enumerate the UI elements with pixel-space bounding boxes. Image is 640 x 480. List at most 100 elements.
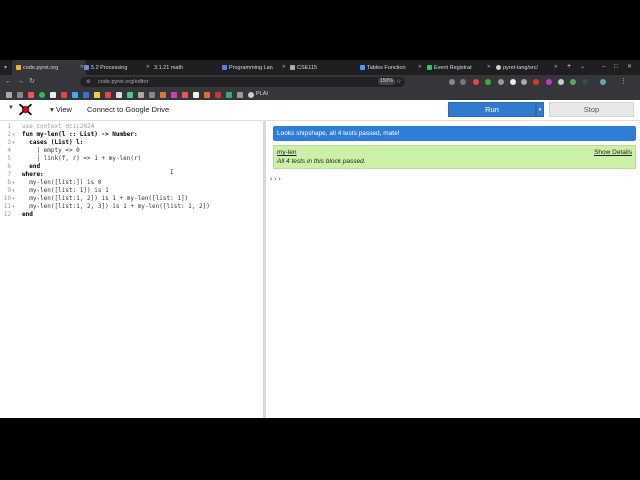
maximize-icon[interactable]: □ <box>614 63 618 71</box>
code-line: 6 end <box>7 163 41 170</box>
tab-programming[interactable]: Programming Lan ✕ <box>222 60 288 75</box>
new-tab-icon[interactable]: + <box>567 63 571 71</box>
tab-pyret-lang[interactable]: pyret-lang/src/ ✕ <box>496 60 560 75</box>
bookmark-icon[interactable] <box>94 92 100 98</box>
close-tab-icon[interactable]: ✕ <box>146 64 150 70</box>
code-line: 9 ▾ my-len([list: 1]) is 1 <box>7 187 109 195</box>
bookmark-icon[interactable] <box>160 92 166 98</box>
bookmark-icon[interactable] <box>127 92 133 98</box>
whatsapp-icon[interactable] <box>39 92 45 98</box>
doc-favicon-icon <box>360 65 365 70</box>
page-favicon-icon <box>290 65 295 70</box>
check-block-message: All 4 tests in this block passed. <box>277 158 366 165</box>
bookmark-icon[interactable] <box>171 92 177 98</box>
pyret-toolbar: ▼ ▾ View Connect to Google Drive Run ▾ S… <box>0 100 640 121</box>
stop-button[interactable]: Stop <box>549 102 634 117</box>
pyret-favicon-icon <box>16 65 21 70</box>
fold-icon[interactable]: ▾ <box>12 131 15 139</box>
bookmark-icon[interactable] <box>17 92 23 98</box>
fold-icon[interactable]: ▾ <box>12 179 15 187</box>
top-letterbox <box>0 0 640 60</box>
fold-icon[interactable]: ▾ <box>12 139 15 147</box>
doc-favicon-icon <box>84 65 89 70</box>
code-line: 8 ▾ my-len([list:]) is 0 <box>7 179 102 187</box>
run-button[interactable]: Run <box>448 102 536 117</box>
show-details-link[interactable]: Show Details <box>594 149 632 156</box>
bookmark-icon[interactable] <box>215 92 221 98</box>
tab-pyret[interactable]: code.pyret.org ✕ <box>12 60 86 75</box>
puzzle-icon[interactable] <box>521 79 527 85</box>
close-window-icon[interactable]: ✕ <box>627 63 632 71</box>
back-icon[interactable]: ← <box>5 78 12 86</box>
bookmark-icon[interactable] <box>182 92 188 98</box>
close-tab-icon[interactable]: ✕ <box>282 64 286 70</box>
extension-icon[interactable] <box>498 79 504 85</box>
fold-icon[interactable]: ▾ <box>12 195 15 203</box>
bookmark-icon[interactable] <box>193 92 199 98</box>
close-tab-icon[interactable]: ✕ <box>554 64 558 70</box>
reload-icon[interactable]: ↻ <box>29 78 35 86</box>
text-cursor-icon: I <box>170 169 174 176</box>
extension-icon[interactable] <box>533 79 539 85</box>
close-tab-icon[interactable]: ✕ <box>487 64 491 70</box>
share-icon[interactable] <box>460 79 466 85</box>
pyret-logo-icon[interactable] <box>18 102 33 117</box>
browser-window: ▾ code.pyret.org ✕ 5.2 Processing ✕ 3.1.… <box>0 60 640 418</box>
run-options-icon[interactable]: ▾ <box>536 102 544 117</box>
tab-search-icon[interactable]: ⌄ <box>580 63 585 71</box>
tab-cse115[interactable]: CSE115 <box>290 60 356 75</box>
bookmark-icon[interactable] <box>61 92 67 98</box>
sidepanel-icon[interactable] <box>582 79 588 85</box>
profile-avatar-icon[interactable] <box>600 79 606 85</box>
extension-icon[interactable] <box>485 79 491 85</box>
definitions-editor[interactable]: 1 use context dcic2024 2 ▾ fun my-len(l :: … <box>0 121 263 418</box>
bookmark-icon[interactable] <box>28 92 34 98</box>
extension-icon[interactable] <box>473 79 479 85</box>
bookmark-icon[interactable] <box>226 92 232 98</box>
menu-dots-icon[interactable]: ⋮ <box>620 78 627 86</box>
download-icon[interactable] <box>449 79 455 85</box>
tab-tables[interactable]: Tables Function ✕ <box>360 60 424 75</box>
extension-icon[interactable] <box>570 79 576 85</box>
bookmark-icon[interactable] <box>105 92 111 98</box>
zoom-indicator[interactable]: 150% <box>378 78 395 85</box>
fold-icon[interactable]: ▾ <box>12 187 15 195</box>
bookmark-icon[interactable] <box>138 92 144 98</box>
bookmark-icon[interactable] <box>72 92 78 98</box>
code-line: 10 ▾ my-len([list:1, 2]) is 1 + my-len([l… <box>3 195 189 203</box>
extension-icon[interactable] <box>546 79 552 85</box>
tab-event[interactable]: Event Registrat ✕ <box>427 60 493 75</box>
view-menu-button[interactable]: ▾ View <box>50 105 72 114</box>
bookmark-icon[interactable] <box>149 92 155 98</box>
extension-icon[interactable] <box>510 79 516 85</box>
tab-list-icon[interactable]: ▾ <box>4 64 7 72</box>
code-line: 2 ▾ fun my-len(l :: List) -> Number: <box>7 131 138 139</box>
apps-icon[interactable] <box>6 92 12 98</box>
close-tab-icon[interactable]: ✕ <box>418 64 422 70</box>
bookmark-icon[interactable] <box>83 92 89 98</box>
interactions-pane[interactable]: Looks shipshape, all 4 tests passed, mat… <box>266 121 640 418</box>
bookmark-plai[interactable]: PLAI <box>256 91 268 97</box>
bookmark-icon[interactable] <box>204 92 210 98</box>
forward-icon[interactable]: → <box>17 78 24 86</box>
code-line: 7 where: <box>7 171 44 178</box>
fold-icon[interactable]: ▾ <box>12 203 15 211</box>
minimize-icon[interactable]: – <box>602 63 605 71</box>
bookmark-icon[interactable] <box>237 92 243 98</box>
test-summary-banner: Looks shipshape, all 4 tests passed, mat… <box>273 126 636 141</box>
tab-math[interactable]: 3.1.21 math <box>154 60 220 75</box>
bookmark-star-icon[interactable]: ☆ <box>396 78 401 86</box>
check-block-name[interactable]: my-len <box>277 149 297 156</box>
main-menu-icon[interactable]: ▼ <box>8 105 14 111</box>
code-line: 5 | link(f, r) => 1 + my-len(r) <box>7 155 142 162</box>
tab-processing[interactable]: 5.2 Processing ✕ <box>84 60 152 75</box>
connect-drive-button[interactable]: Connect to Google Drive <box>87 105 169 114</box>
bookmark-icon[interactable] <box>50 92 56 98</box>
site-info-icon[interactable]: ⚙ <box>86 79 90 85</box>
bookmark-icon[interactable] <box>116 92 122 98</box>
bookmark-icon[interactable] <box>248 92 254 98</box>
bottom-letterbox <box>0 418 640 480</box>
url-field[interactable]: ⚙ code.pyret.org/editor <box>80 77 405 87</box>
repl-prompt[interactable]: ››› <box>269 175 282 183</box>
extension-icon[interactable] <box>558 79 564 85</box>
